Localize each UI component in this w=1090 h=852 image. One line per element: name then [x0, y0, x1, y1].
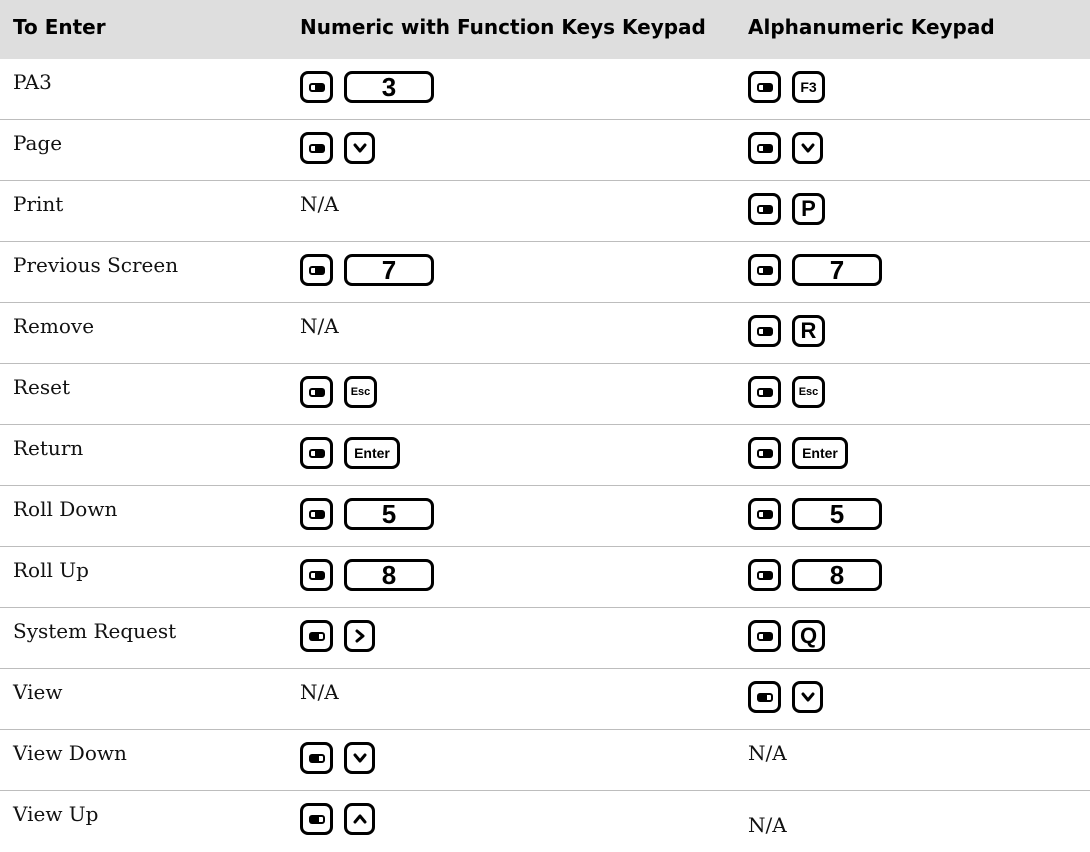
up-arrow-key-icon: [344, 803, 375, 835]
r-key-icon: R: [792, 315, 825, 347]
key-combination: R: [748, 315, 825, 347]
green-shift-key-icon: [300, 620, 333, 652]
header-to-enter: To Enter: [13, 15, 106, 39]
number-7-key-icon: 7: [792, 254, 882, 286]
table-row: PA3 3 F3: [0, 59, 1090, 120]
key-combination: 7: [300, 254, 434, 286]
orange-shift-key-icon: [748, 437, 781, 469]
key-combination: [300, 620, 375, 652]
key-combination: Esc: [748, 376, 825, 408]
row-label: Roll Down: [13, 497, 118, 521]
esc-key-icon: Esc: [344, 376, 377, 408]
table-row: View N/A: [0, 669, 1090, 730]
orange-shift-key-icon: [748, 254, 781, 286]
key-combination: 8: [748, 559, 882, 591]
key-combination: [300, 742, 375, 774]
table-row: Remove N/A R: [0, 303, 1090, 364]
row-label: View: [13, 680, 63, 704]
key-combination: [300, 132, 375, 164]
row-label: View Down: [13, 741, 127, 765]
number-8-key-icon: 8: [344, 559, 434, 591]
orange-shift-key-icon: [748, 71, 781, 103]
down-arrow-key-icon: [792, 681, 823, 713]
key-combination: Enter: [300, 437, 400, 469]
orange-shift-key-icon: [748, 620, 781, 652]
green-shift-key-icon: [748, 681, 781, 713]
not-applicable-text: N/A: [748, 741, 787, 765]
down-arrow-key-icon: [344, 742, 375, 774]
key-combination: P: [748, 193, 825, 225]
down-arrow-key-icon: [792, 132, 823, 164]
enter-key-icon: Enter: [792, 437, 848, 469]
not-applicable-text: N/A: [300, 192, 339, 216]
f3-key-icon: F3: [792, 71, 825, 103]
table-row: View Down N/A: [0, 730, 1090, 791]
key-combination: 5: [748, 498, 882, 530]
row-label: Roll Up: [13, 558, 89, 582]
green-shift-key-icon: [300, 742, 333, 774]
orange-shift-key-icon: [300, 254, 333, 286]
esc-key-icon: Esc: [792, 376, 825, 408]
header-alphanumeric-keypad: Alphanumeric Keypad: [748, 15, 995, 39]
orange-shift-key-icon: [300, 132, 333, 164]
orange-shift-key-icon: [300, 559, 333, 591]
row-label: System Request: [13, 619, 177, 643]
table-row: Page: [0, 120, 1090, 181]
row-label: Page: [13, 131, 63, 155]
table-row: Reset Esc Esc: [0, 364, 1090, 425]
row-label: Previous Screen: [13, 253, 179, 277]
row-label: View Up: [13, 802, 99, 826]
row-label: Remove: [13, 314, 95, 338]
number-3-key-icon: 3: [344, 71, 434, 103]
down-arrow-key-icon: [344, 132, 375, 164]
orange-shift-key-icon: [300, 437, 333, 469]
right-arrow-key-icon: [344, 620, 375, 652]
table-row: Return Enter Enter: [0, 425, 1090, 486]
table-row: Previous Screen 7 7: [0, 242, 1090, 303]
key-combination: Enter: [748, 437, 848, 469]
green-shift-key-icon: [300, 803, 333, 835]
number-5-key-icon: 5: [792, 498, 882, 530]
number-5-key-icon: 5: [344, 498, 434, 530]
not-applicable-text: N/A: [300, 314, 339, 338]
not-applicable-text: N/A: [300, 680, 339, 704]
orange-shift-key-icon: [300, 498, 333, 530]
number-7-key-icon: 7: [344, 254, 434, 286]
key-combination: 3: [300, 71, 434, 103]
key-combination: Q: [748, 620, 825, 652]
table-row: View Up N/A: [0, 791, 1090, 852]
table-row: Roll Down 5 5: [0, 486, 1090, 547]
table-row: System Request Q: [0, 608, 1090, 669]
orange-shift-key-icon: [748, 193, 781, 225]
key-combination: [300, 803, 375, 835]
orange-shift-key-icon: [748, 559, 781, 591]
row-label: Return: [13, 436, 84, 460]
key-combination: [748, 681, 823, 713]
key-combination: Esc: [300, 376, 377, 408]
key-combination: 8: [300, 559, 434, 591]
header-numeric-keypad: Numeric with Function Keys Keypad: [300, 15, 706, 39]
enter-key-icon: Enter: [344, 437, 400, 469]
orange-shift-key-icon: [748, 498, 781, 530]
orange-shift-key-icon: [300, 376, 333, 408]
row-label: Reset: [13, 375, 71, 399]
orange-shift-key-icon: [300, 71, 333, 103]
row-label: Print: [13, 192, 64, 216]
table-row: Roll Up 8 8: [0, 547, 1090, 608]
key-combination: 5: [300, 498, 434, 530]
orange-shift-key-icon: [748, 376, 781, 408]
row-label: PA3: [13, 70, 52, 94]
p-key-icon: P: [792, 193, 825, 225]
table-row: Print N/A P: [0, 181, 1090, 242]
number-8-key-icon: 8: [792, 559, 882, 591]
table-header: To Enter Numeric with Function Keys Keyp…: [0, 0, 1090, 59]
key-combination: F3: [748, 71, 825, 103]
orange-shift-key-icon: [748, 132, 781, 164]
key-combination: [748, 132, 823, 164]
orange-shift-key-icon: [748, 315, 781, 347]
not-applicable-text: N/A: [748, 813, 787, 837]
q-key-icon: Q: [792, 620, 825, 652]
key-combination: 7: [748, 254, 882, 286]
